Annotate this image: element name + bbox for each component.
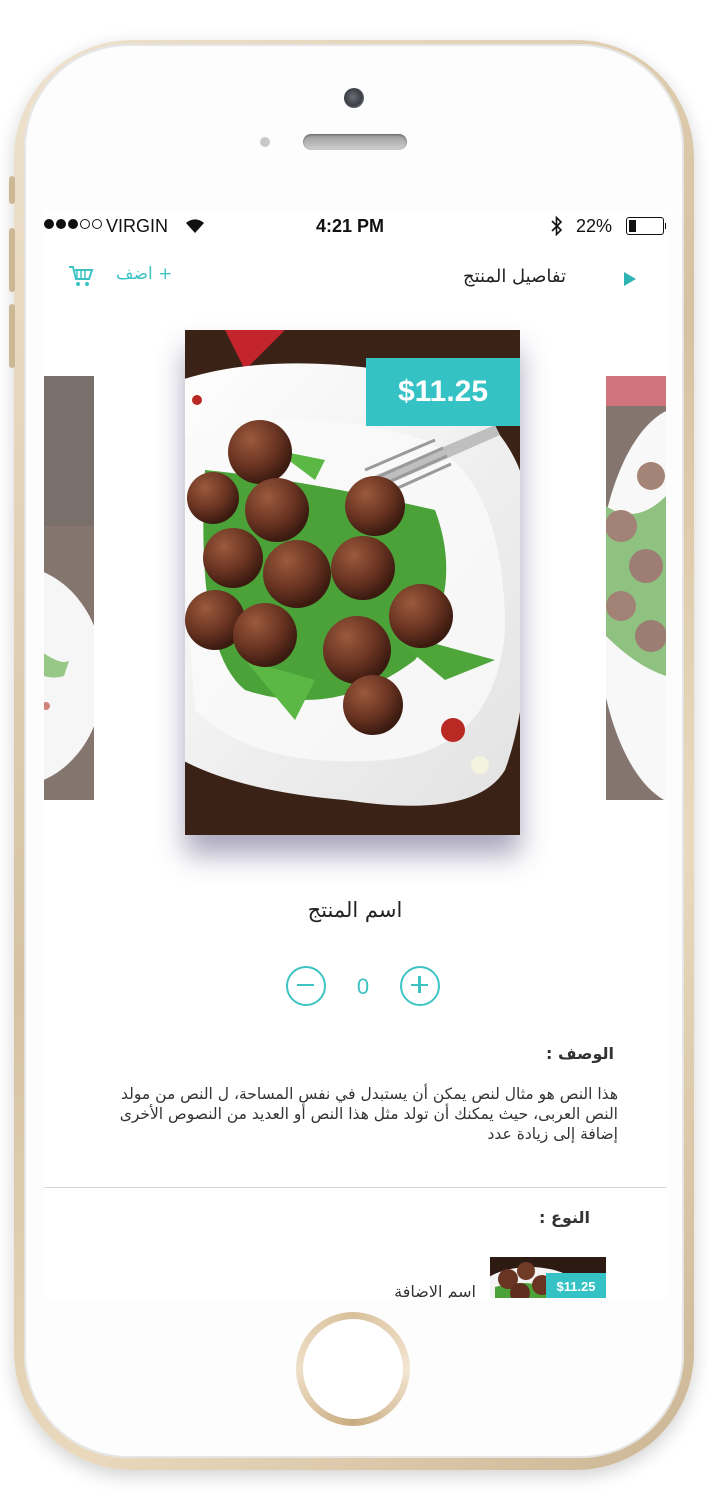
- nav-bar: + اضف تفاصيل المنتج: [44, 252, 666, 304]
- addon-name: اسم الاضافة: [394, 1282, 476, 1298]
- battery-percent: 22%: [576, 216, 613, 236]
- price-tag: $11.25: [366, 358, 520, 426]
- quantity-value: 0: [356, 974, 370, 999]
- description-label: الوصف :: [545, 1044, 614, 1063]
- addon-price-tag: $11.25: [546, 1273, 606, 1298]
- earpiece-speaker: [303, 134, 407, 150]
- product-image: $11.25: [185, 330, 520, 835]
- carrier-name: VIRGIN: [106, 216, 169, 236]
- volume-up-button: [9, 228, 15, 292]
- cart-icon[interactable]: [68, 264, 94, 288]
- signal-strength-icon: [44, 219, 102, 229]
- status-time: 4:21 PM: [316, 216, 385, 236]
- silent-switch: [9, 176, 15, 204]
- battery-icon: [626, 217, 666, 235]
- type-label: النوع :: [539, 1208, 590, 1227]
- quantity-stepper: 0: [286, 966, 442, 1006]
- next-product-card[interactable]: [606, 376, 666, 800]
- product-name: اسم المنتج: [307, 898, 403, 922]
- front-camera: [344, 88, 364, 108]
- description-text: هذا النص هو مثال لنص يمكن أن يستبدل في ن…: [119, 1085, 618, 1143]
- status-bar: VIRGIN 4:21 PM 22%: [44, 210, 666, 244]
- proximity-sensor: [260, 137, 270, 147]
- previous-product-card[interactable]: [44, 376, 94, 800]
- add-to-cart-link[interactable]: + اضف: [116, 264, 172, 284]
- next-product-image: [606, 376, 666, 800]
- bluetooth-icon: [551, 215, 563, 237]
- previous-product-image: [44, 376, 94, 800]
- section-divider: [44, 1187, 666, 1188]
- increase-quantity-button[interactable]: [400, 966, 440, 1006]
- addon-thumbnail[interactable]: $11.25: [490, 1257, 606, 1298]
- wifi-icon: [186, 219, 204, 233]
- decrease-quantity-button[interactable]: [286, 966, 326, 1006]
- app-screen: VIRGIN 4:21 PM 22% + اضف تفاصيل المنتج $…: [44, 210, 666, 1298]
- volume-down-button: [9, 304, 15, 368]
- play-icon[interactable]: [624, 272, 636, 286]
- page-title: تفاصيل المنتج: [462, 266, 566, 287]
- home-button[interactable]: [296, 1312, 410, 1426]
